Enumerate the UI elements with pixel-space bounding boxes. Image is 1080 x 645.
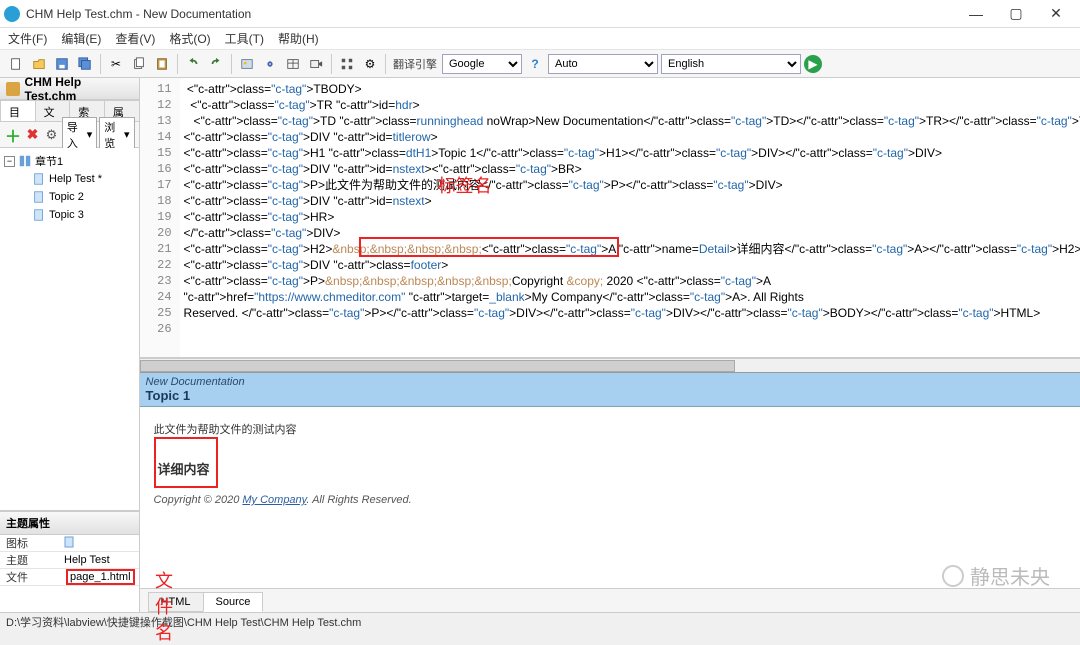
open-icon[interactable] xyxy=(29,54,49,74)
cut-icon[interactable]: ✂ xyxy=(106,54,126,74)
tree-item[interactable]: Topic 2 xyxy=(4,188,135,206)
preview-breadcrumb: New Documentation xyxy=(146,376,1080,388)
properties-grid: 图标 主题 Help Test 文件 page_1.html 文件名 xyxy=(0,535,139,612)
annotation-h2-box: 详细内容 xyxy=(154,437,218,488)
app-icon xyxy=(4,6,20,22)
menu-view[interactable]: 查看(V) xyxy=(115,30,155,47)
image-icon[interactable] xyxy=(237,54,257,74)
status-path: D:\学习资料\labview\快捷键操作截图\CHM Help Test\CH… xyxy=(6,617,361,629)
menu-tools[interactable]: 工具(T) xyxy=(225,30,264,47)
tab-toc[interactable]: 目录 xyxy=(0,100,36,121)
properties-header: 主题属性 xyxy=(0,511,139,535)
project-name: CHM Help Test.chm xyxy=(25,75,133,103)
property-row: 图标 xyxy=(0,535,139,552)
paste-icon[interactable] xyxy=(152,54,172,74)
menu-edit[interactable]: 编辑(E) xyxy=(61,30,101,47)
tree-item[interactable]: Help Test * xyxy=(4,170,135,188)
tree-item[interactable]: Topic 3 xyxy=(4,206,135,224)
video-icon[interactable] xyxy=(306,54,326,74)
close-button[interactable]: ✕ xyxy=(1036,0,1076,28)
toolbar: ✂ ⚙ 翻译引擎 Google ? Auto English ▶ xyxy=(0,50,1080,78)
options-icon[interactable]: ⚙ xyxy=(43,125,60,145)
project-icon xyxy=(6,82,20,96)
translate-to-select[interactable]: English xyxy=(661,54,801,74)
table-icon[interactable] xyxy=(283,54,303,74)
preview-title: Topic 1 xyxy=(146,388,1080,403)
page-icon xyxy=(32,172,46,186)
maximize-button[interactable]: ▢ xyxy=(996,0,1036,28)
watermark-icon xyxy=(942,565,964,587)
annotation-tag-box xyxy=(359,237,619,257)
link-icon[interactable] xyxy=(260,54,280,74)
page-icon xyxy=(32,208,46,222)
add-icon[interactable]: ＋ xyxy=(4,125,22,145)
filename-highlight: page_1.html xyxy=(66,569,135,585)
code-editor[interactable]: 11 12 13 14 15 16 17 18 19 20 21 22 23 2… xyxy=(140,78,1080,358)
right-panel: 11 12 13 14 15 16 17 18 19 20 21 22 23 2… xyxy=(140,78,1080,612)
page-small-icon xyxy=(64,536,76,548)
menu-file[interactable]: 文件(F) xyxy=(8,30,47,47)
menu-bar: 文件(F) 编辑(E) 查看(V) 格式(O) 工具(T) 帮助(H) xyxy=(0,28,1080,50)
tab-source[interactable]: Source xyxy=(203,592,264,612)
gear-icon[interactable]: ⚙ xyxy=(360,54,380,74)
menu-format[interactable]: 格式(O) xyxy=(169,30,210,47)
project-bar: CHM Help Test.chm xyxy=(0,78,139,100)
copy-icon[interactable] xyxy=(129,54,149,74)
window-title: CHM Help Test.chm - New Documentation xyxy=(26,7,956,21)
translate-from-select[interactable]: Auto xyxy=(548,54,658,74)
preview-panel: New Documentation Topic 1 此文件为帮助文件的测试内容 … xyxy=(140,372,1080,612)
grid-icon[interactable] xyxy=(337,54,357,74)
minimize-button[interactable]: — xyxy=(956,0,996,28)
save-all-icon[interactable] xyxy=(75,54,95,74)
watermark: 静思未央 xyxy=(942,561,1050,590)
translate-engine-select[interactable]: Google xyxy=(442,54,522,74)
line-gutter: 11 12 13 14 15 16 17 18 19 20 21 22 23 2… xyxy=(140,78,180,357)
annotation-tag-label: 标签名 xyxy=(438,178,492,194)
title-bar: CHM Help Test.chm - New Documentation — … xyxy=(0,0,1080,28)
preview-body: 此文件为帮助文件的测试内容 详细内容 Copyright © 2020 My C… xyxy=(140,407,1080,588)
annotation-file-label: 文件名 xyxy=(155,567,173,645)
preview-paragraph: 此文件为帮助文件的测试内容 xyxy=(154,421,1080,437)
delete-icon[interactable]: ✖ xyxy=(24,125,41,145)
save-icon[interactable] xyxy=(52,54,72,74)
translate-engine-label: 翻译引擎 xyxy=(391,56,439,72)
menu-help[interactable]: 帮助(H) xyxy=(278,30,319,47)
book-icon xyxy=(18,154,32,168)
preview-footer-link[interactable]: My Company xyxy=(242,494,306,506)
new-icon[interactable] xyxy=(6,54,26,74)
run-translate-icon[interactable]: ▶ xyxy=(804,55,822,73)
bottom-tabs: HTML Source xyxy=(140,588,1080,612)
tree-root[interactable]: − 章节1 xyxy=(4,152,135,170)
horizontal-scrollbar[interactable] xyxy=(140,358,1080,372)
undo-icon[interactable] xyxy=(183,54,203,74)
property-row: 文件 page_1.html xyxy=(0,569,139,586)
scroll-thumb[interactable] xyxy=(140,360,735,372)
help-small-icon[interactable]: ? xyxy=(525,54,545,74)
left-panel: CHM Help Test.chm 目录 文件 索引 属性 ＋ ✖ ⚙ 导入▾ … xyxy=(0,78,140,612)
preview-footer: Copyright © 2020 My Company. All Rights … xyxy=(154,494,1080,506)
collapse-icon[interactable]: − xyxy=(4,156,15,167)
property-row: 主题 Help Test xyxy=(0,552,139,569)
toc-tree[interactable]: − 章节1 Help Test * Topic 2 Topic 3 xyxy=(0,148,139,511)
page-icon xyxy=(32,190,46,204)
preview-header: New Documentation Topic 1 xyxy=(140,373,1080,407)
preview-h2: 详细内容 xyxy=(158,459,210,478)
left-tool: ＋ ✖ ⚙ 导入▾ 浏览▾ xyxy=(0,122,139,148)
code-area[interactable]: <"c-attr">class="c-tag">TBODY> <"c-attr"… xyxy=(180,78,1080,357)
redo-icon[interactable] xyxy=(206,54,226,74)
